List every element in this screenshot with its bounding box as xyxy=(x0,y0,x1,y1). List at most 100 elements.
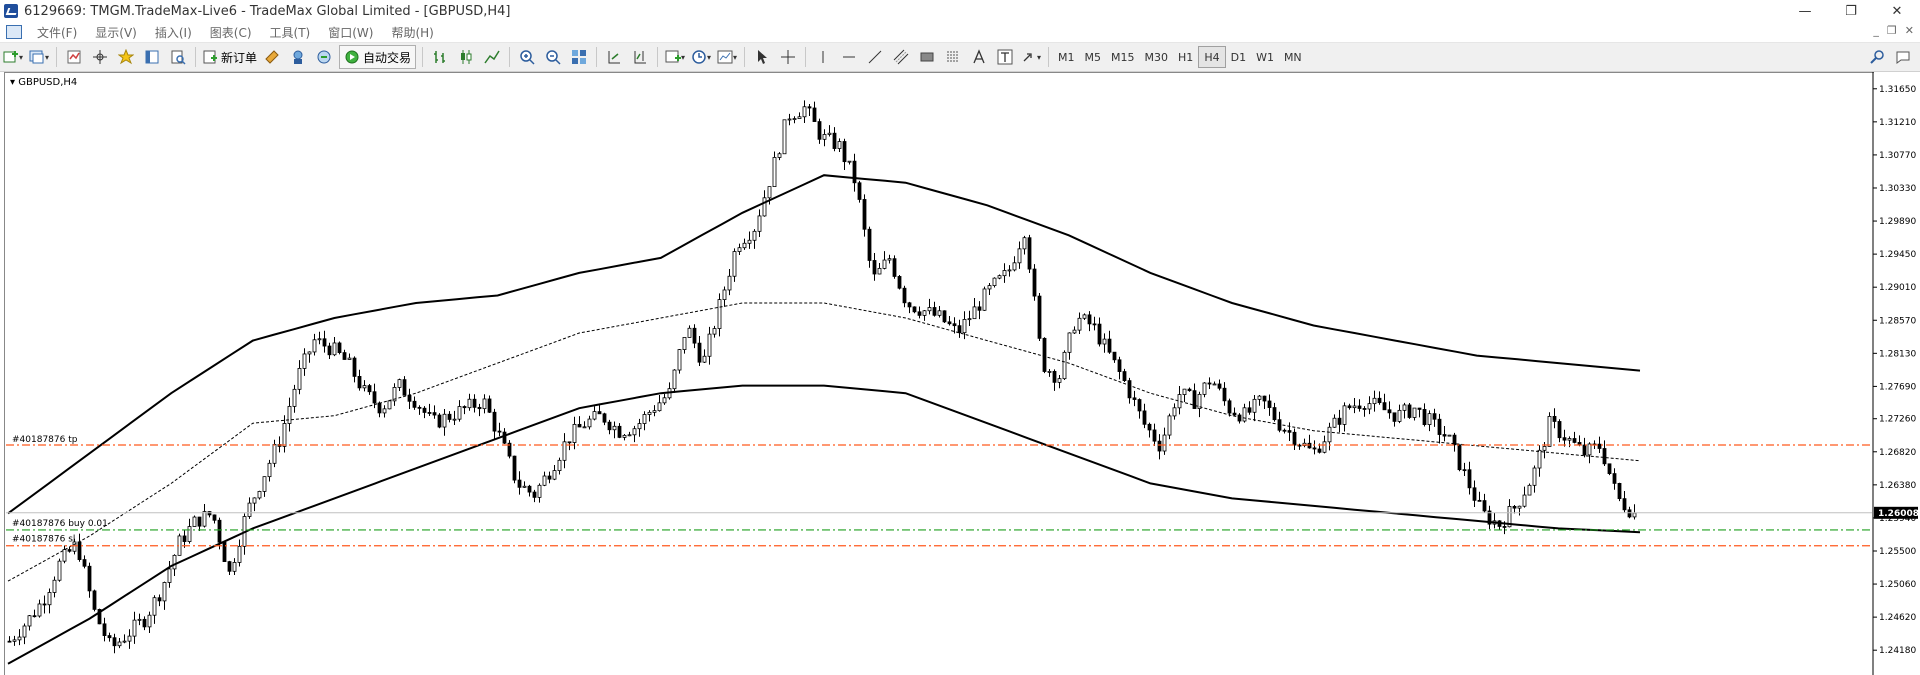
mdi-minimize-button[interactable]: _ xyxy=(1873,24,1879,37)
horizontal-line-button[interactable] xyxy=(838,46,860,68)
candle xyxy=(1447,434,1452,437)
candle xyxy=(677,348,682,374)
candle xyxy=(857,180,862,203)
mdi-restore-button[interactable]: ❐ xyxy=(1887,24,1897,37)
auto-scroll-button[interactable] xyxy=(603,46,625,68)
new-chart-button[interactable]: ▾ xyxy=(2,46,24,68)
profiles-button[interactable]: ▾ xyxy=(28,46,50,68)
price-chart[interactable]: #40187876 tp #40187876 buy 0.01 #40187876 … xyxy=(0,72,1920,675)
menu-charts[interactable]: 图表(C) xyxy=(201,24,261,41)
menu-file[interactable]: 文件(F) xyxy=(28,24,86,41)
bear-candle-body xyxy=(912,306,917,313)
metaeditor-button[interactable] xyxy=(261,46,283,68)
favorites-button[interactable] xyxy=(115,46,137,68)
periods-button[interactable]: ▾ xyxy=(690,46,712,68)
auto-trading-button[interactable]: 自动交易 xyxy=(339,45,417,69)
candle xyxy=(1457,444,1462,472)
bull-candle-body xyxy=(707,333,712,357)
timeframe-d1[interactable]: D1 xyxy=(1226,47,1251,67)
candle xyxy=(1562,429,1567,447)
equidistant-channel-button[interactable] xyxy=(890,46,912,68)
trendline-button[interactable] xyxy=(864,46,886,68)
timeframe-h4[interactable]: H4 xyxy=(1198,46,1226,68)
bear-candle-body xyxy=(502,431,507,444)
line-chart-button[interactable] xyxy=(481,46,503,68)
menu-view[interactable]: 显示(V) xyxy=(86,24,146,41)
timeframe-w1[interactable]: W1 xyxy=(1251,47,1279,67)
candle xyxy=(1347,403,1352,410)
fibonacci-button[interactable] xyxy=(942,46,964,68)
crosshair-button[interactable] xyxy=(777,46,799,68)
tile-windows-button[interactable] xyxy=(568,46,590,68)
bull-candle-body xyxy=(1072,329,1077,334)
arrows-button[interactable]: ▾ xyxy=(1020,46,1042,68)
mdi-close-button[interactable]: ✕ xyxy=(1905,24,1914,37)
text-label-button[interactable] xyxy=(994,46,1016,68)
bull-candle-body xyxy=(307,351,312,355)
candle xyxy=(942,310,947,323)
price-tick-label: 1.26820 xyxy=(1879,448,1916,458)
minimize-button[interactable]: — xyxy=(1782,0,1828,22)
menu-tools[interactable]: 工具(T) xyxy=(261,24,320,41)
menu-window[interactable]: 窗口(W) xyxy=(319,24,382,41)
navigator-button[interactable] xyxy=(89,46,111,68)
bar-chart-button[interactable] xyxy=(429,46,451,68)
candlestick-button[interactable] xyxy=(455,46,477,68)
price-axis[interactable]: 1.31650 1.31210 1.30770 1.30330 1.29890 1.294… xyxy=(1872,72,1919,675)
vertical-line-button[interactable] xyxy=(812,46,834,68)
bear-candle-body xyxy=(1512,506,1517,509)
indicators-button[interactable]: ▾ xyxy=(664,46,686,68)
text-button[interactable] xyxy=(968,46,990,68)
chart-shift-button[interactable] xyxy=(629,46,651,68)
bull-candle-body xyxy=(162,582,167,602)
bull-candle-body xyxy=(792,118,797,120)
bull-candle-body xyxy=(122,640,127,643)
vertical-line-icon xyxy=(822,51,824,63)
menu-help[interactable]: 帮助(H) xyxy=(382,24,442,41)
bull-candle-body xyxy=(702,355,707,363)
timeframe-m15[interactable]: M15 xyxy=(1106,47,1140,67)
candle xyxy=(17,629,22,646)
candle xyxy=(252,497,257,512)
new-order-icon xyxy=(203,50,217,64)
text-icon xyxy=(973,49,985,64)
timeframe-m5[interactable]: M5 xyxy=(1080,47,1107,67)
candle xyxy=(87,562,92,598)
zoom-in-button[interactable] xyxy=(516,46,538,68)
chat-button[interactable] xyxy=(1892,46,1914,68)
rectangle-button[interactable] xyxy=(916,46,938,68)
market-watch-button[interactable] xyxy=(63,46,85,68)
candle xyxy=(1382,393,1387,411)
terminal-button[interactable] xyxy=(141,46,163,68)
timeframe-m30[interactable]: M30 xyxy=(1140,47,1174,67)
bull-candle-body xyxy=(1567,438,1572,441)
strategy-tester-button[interactable] xyxy=(167,46,189,68)
zoom-out-button[interactable] xyxy=(542,46,564,68)
search-button[interactable] xyxy=(1866,46,1888,68)
chart-window-icon[interactable] xyxy=(6,25,22,39)
auto-trading-icon xyxy=(345,50,359,64)
timeframe-h1[interactable]: H1 xyxy=(1173,47,1198,67)
candle xyxy=(902,285,907,308)
bear-candle-body xyxy=(1227,400,1232,414)
candle xyxy=(1602,440,1607,466)
menu-insert[interactable]: 插入(I) xyxy=(146,24,201,41)
new-order-button[interactable]: 新订单 xyxy=(202,46,257,68)
candle xyxy=(1012,256,1017,272)
candle xyxy=(782,119,787,155)
signals-button[interactable] xyxy=(287,46,309,68)
templates-button[interactable]: ▾ xyxy=(716,46,738,68)
bull-candle-body xyxy=(877,267,882,275)
close-button[interactable]: ✕ xyxy=(1874,0,1920,22)
candle xyxy=(867,226,872,268)
candle xyxy=(842,138,847,170)
restore-button[interactable]: ❐ xyxy=(1828,0,1874,22)
trading-button[interactable] xyxy=(313,46,335,68)
cursor-button[interactable] xyxy=(751,46,773,68)
timeframe-m1[interactable]: M1 xyxy=(1053,47,1080,67)
candle xyxy=(662,394,667,405)
bull-candle-body xyxy=(632,428,637,436)
timeframe-mn[interactable]: MN xyxy=(1279,47,1307,67)
candle xyxy=(1057,375,1062,389)
bull-candle-body xyxy=(12,639,17,642)
